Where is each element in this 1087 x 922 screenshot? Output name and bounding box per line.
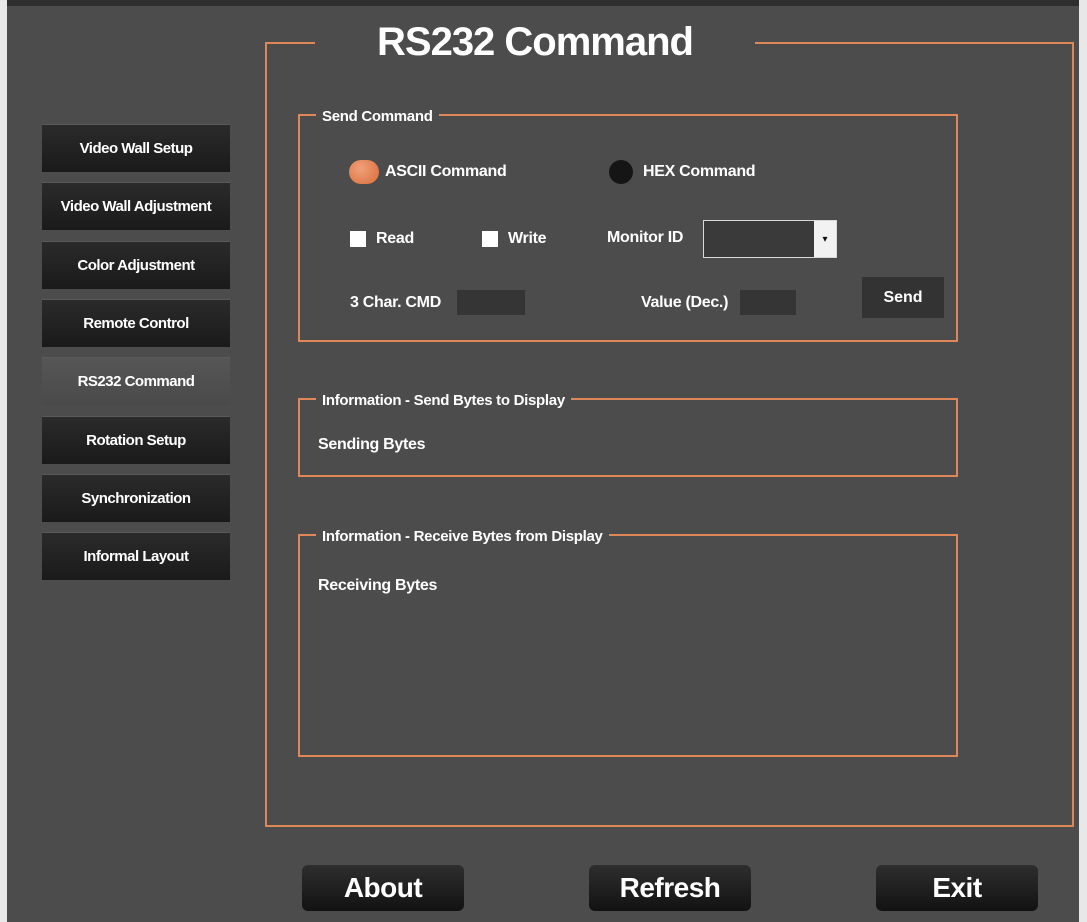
write-checkbox[interactable]: Write (482, 230, 547, 248)
sidebar-item-color-adjustment[interactable]: Color Adjustment (42, 241, 230, 289)
monitor-id-label: Monitor ID (607, 229, 684, 246)
send-command-legend: Send Command (316, 108, 439, 126)
radio-unselected-icon (609, 160, 633, 184)
sending-bytes-text: Sending Bytes (318, 436, 426, 453)
ascii-command-radio[interactable]: ASCII Command (349, 160, 507, 184)
page-title: RS232 Command (315, 14, 755, 70)
send-button[interactable]: Send (862, 277, 944, 318)
receiving-bytes-text: Receiving Bytes (318, 577, 438, 594)
checkbox-icon (350, 231, 366, 247)
checkbox-icon (482, 231, 498, 247)
value-input[interactable] (740, 290, 796, 315)
read-checkbox[interactable]: Read (350, 230, 414, 248)
ascii-command-label: ASCII Command (385, 163, 507, 180)
sidebar-item-synchronization[interactable]: Synchronization (42, 474, 230, 522)
value-label: Value (Dec.) (641, 294, 729, 311)
info-receive-group (298, 534, 958, 757)
info-receive-legend: Information - Receive Bytes from Display (316, 528, 609, 546)
monitor-id-select[interactable]: ▾ (703, 220, 837, 258)
radio-selected-icon (349, 160, 379, 184)
info-send-legend: Information - Send Bytes to Display (316, 392, 571, 410)
sidebar-item-rotation-setup[interactable]: Rotation Setup (42, 416, 230, 464)
about-button[interactable]: About (302, 865, 464, 911)
sidebar-item-video-wall-setup[interactable]: Video Wall Setup (42, 124, 230, 172)
window-top-strip (0, 0, 1087, 6)
write-label: Write (508, 230, 547, 247)
window-right-edge (1079, 0, 1087, 922)
read-label: Read (376, 230, 414, 247)
refresh-button[interactable]: Refresh (589, 865, 751, 911)
chevron-down-icon[interactable]: ▾ (814, 221, 836, 257)
sidebar-item-rs232-command[interactable]: RS232 Command (42, 357, 230, 405)
exit-button[interactable]: Exit (876, 865, 1038, 911)
sidebar-item-informal-layout[interactable]: Informal Layout (42, 532, 230, 580)
window-left-edge (0, 0, 7, 922)
hex-command-label: HEX Command (643, 163, 756, 180)
cmd-label: 3 Char. CMD (350, 294, 441, 311)
cmd-input[interactable] (457, 290, 525, 315)
sidebar-item-remote-control[interactable]: Remote Control (42, 299, 230, 347)
sidebar-item-video-wall-adjustment[interactable]: Video Wall Adjustment (42, 182, 230, 230)
hex-command-radio[interactable]: HEX Command (609, 160, 756, 184)
